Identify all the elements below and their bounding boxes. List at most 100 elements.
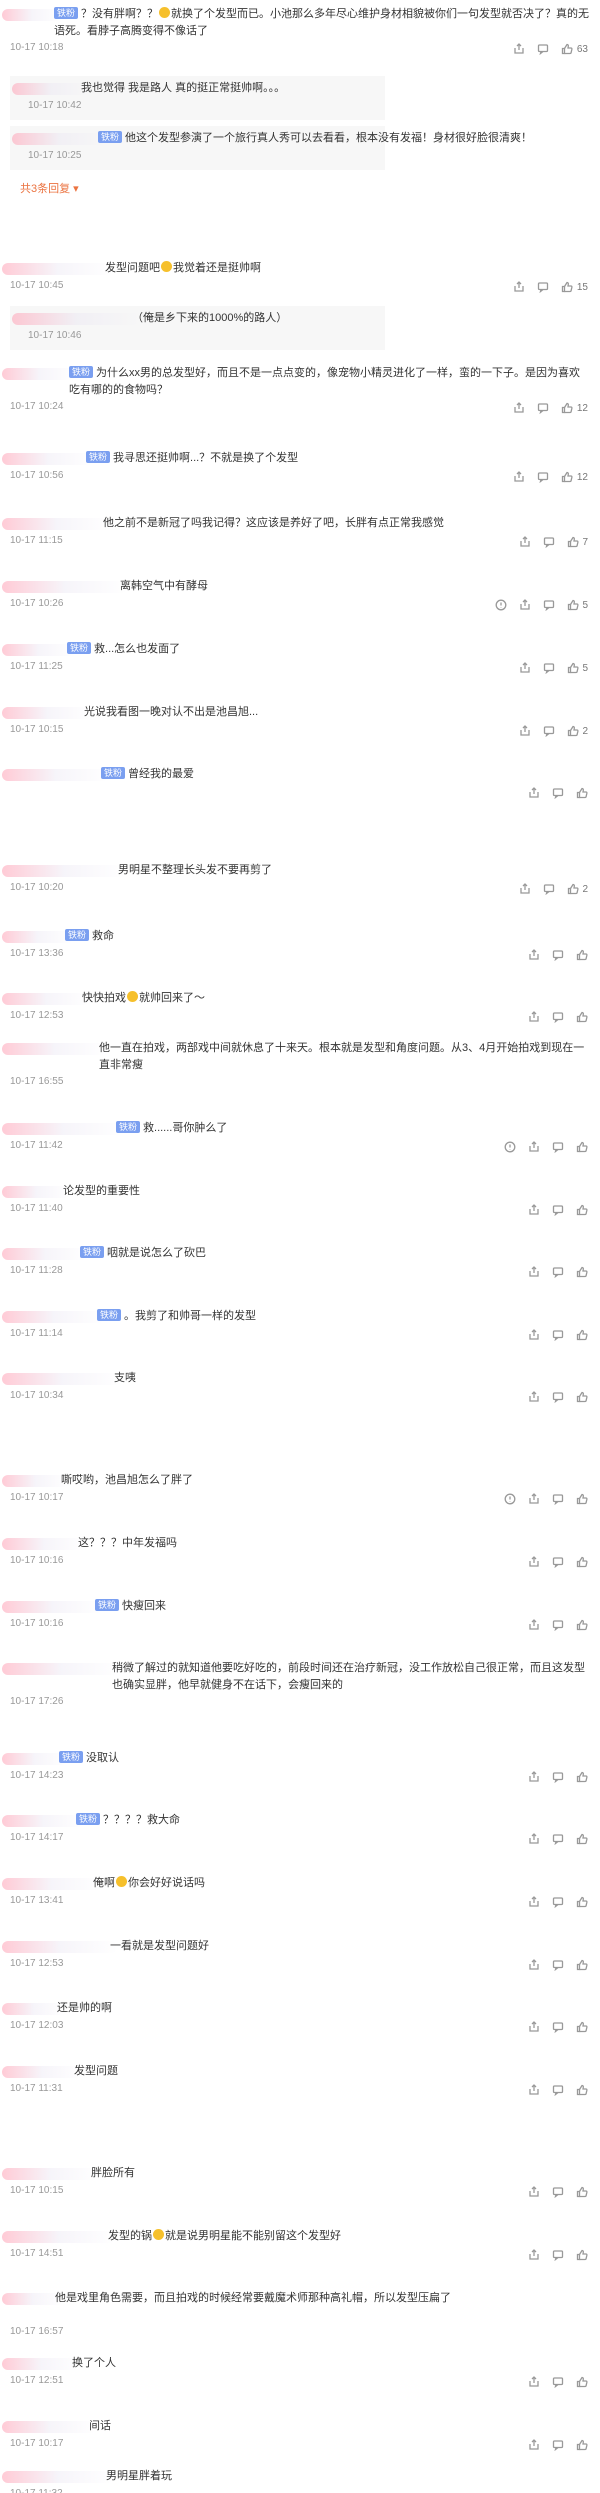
thumb-up-icon[interactable]	[575, 949, 588, 962]
comment-icon[interactable]	[551, 2084, 564, 2097]
comment-icon[interactable]	[551, 2186, 564, 2199]
share-icon[interactable]	[527, 1204, 540, 1217]
share-icon[interactable]	[513, 471, 526, 484]
share-icon[interactable]	[527, 2021, 540, 2034]
thumb-up-icon[interactable]	[575, 1329, 588, 1342]
comment-icon[interactable]	[537, 402, 550, 415]
username-blurred[interactable]	[2, 2066, 82, 2078]
share-icon[interactable]	[527, 1493, 540, 1506]
thumb-up-icon[interactable]	[566, 599, 579, 612]
thumb-up-icon[interactable]	[575, 1833, 588, 1846]
thumb-up-icon[interactable]	[575, 2376, 588, 2389]
comment-icon[interactable]	[551, 787, 564, 800]
share-icon[interactable]	[518, 536, 531, 549]
username-blurred[interactable]	[2, 993, 90, 1005]
share-icon[interactable]	[513, 43, 526, 56]
comment-icon[interactable]	[551, 1493, 564, 1506]
username-blurred[interactable]	[2, 1475, 69, 1487]
comment-icon[interactable]	[551, 1959, 564, 1972]
like-button[interactable]	[575, 1391, 588, 1404]
username-blurred[interactable]	[2, 1941, 118, 1953]
like-button[interactable]: 12	[561, 402, 588, 415]
comment-icon[interactable]	[542, 725, 555, 738]
thumb-up-icon[interactable]	[575, 2439, 588, 2452]
share-icon[interactable]	[518, 662, 531, 675]
thumb-up-icon[interactable]	[575, 2021, 588, 2034]
warning-icon[interactable]	[503, 1493, 516, 1506]
share-icon[interactable]	[527, 1896, 540, 1909]
username-blurred[interactable]	[2, 1663, 120, 1675]
thumb-up-icon[interactable]	[575, 1204, 588, 1217]
thumb-up-icon[interactable]	[575, 2249, 588, 2262]
comment-icon[interactable]	[551, 1011, 564, 1024]
comment-icon[interactable]	[551, 1266, 564, 1279]
like-button[interactable]	[575, 1204, 588, 1217]
username-blurred[interactable]	[12, 83, 89, 95]
comment-icon[interactable]	[551, 1141, 564, 1154]
thumb-up-icon[interactable]	[561, 402, 574, 415]
like-button[interactable]	[575, 2376, 588, 2389]
username-blurred[interactable]	[2, 2421, 97, 2433]
share-icon[interactable]	[527, 787, 540, 800]
comment-icon[interactable]	[551, 2439, 564, 2452]
share-icon[interactable]	[518, 883, 531, 896]
like-button[interactable]	[575, 2249, 588, 2262]
share-icon[interactable]	[527, 2249, 540, 2262]
username-blurred[interactable]	[2, 1878, 101, 1890]
share-icon[interactable]	[527, 949, 540, 962]
like-button[interactable]	[575, 1556, 588, 1569]
thumb-up-icon[interactable]	[561, 471, 574, 484]
username-blurred[interactable]	[2, 518, 111, 530]
comment-icon[interactable]	[551, 949, 564, 962]
thumb-up-icon[interactable]	[575, 787, 588, 800]
username-blurred[interactable]	[2, 1538, 86, 1550]
username-blurred[interactable]	[2, 1601, 103, 1613]
thumb-up-icon[interactable]	[575, 1266, 588, 1279]
share-icon[interactable]	[527, 2376, 540, 2389]
share-icon[interactable]	[527, 1959, 540, 1972]
username-blurred[interactable]	[2, 581, 128, 593]
like-button[interactable]	[575, 1329, 588, 1342]
share-icon[interactable]	[513, 402, 526, 415]
like-button[interactable]: 5	[566, 662, 588, 675]
comment-icon[interactable]	[537, 43, 550, 56]
like-button[interactable]	[575, 2084, 588, 2097]
like-button[interactable]: 12	[561, 471, 588, 484]
comment-icon[interactable]	[542, 883, 555, 896]
like-button[interactable]	[575, 2186, 588, 2199]
comment-icon[interactable]	[551, 1204, 564, 1217]
comment-icon[interactable]	[542, 662, 555, 675]
like-button[interactable]	[575, 1493, 588, 1506]
username-blurred[interactable]	[2, 931, 73, 943]
like-button[interactable]: 15	[561, 281, 588, 294]
like-button[interactable]	[575, 1141, 588, 1154]
thumb-up-icon[interactable]	[566, 883, 579, 896]
like-button[interactable]	[575, 949, 588, 962]
share-icon[interactable]	[527, 1391, 540, 1404]
comment-icon[interactable]	[551, 1329, 564, 1342]
like-button[interactable]	[575, 1266, 588, 1279]
like-button[interactable]: 2	[566, 883, 588, 896]
share-icon[interactable]	[527, 2084, 540, 2097]
like-button[interactable]	[575, 1771, 588, 1784]
thumb-up-icon[interactable]	[575, 2186, 588, 2199]
comment-icon[interactable]	[551, 1391, 564, 1404]
like-button[interactable]	[575, 2021, 588, 2034]
username-blurred[interactable]	[2, 368, 77, 380]
share-icon[interactable]	[518, 725, 531, 738]
thumb-up-icon[interactable]	[561, 43, 574, 56]
username-blurred[interactable]	[2, 2168, 99, 2180]
username-blurred[interactable]	[2, 1373, 122, 1385]
comment-icon[interactable]	[551, 1896, 564, 1909]
thumb-up-icon[interactable]	[575, 1959, 588, 1972]
like-button[interactable]	[575, 1619, 588, 1632]
thumb-up-icon[interactable]	[566, 725, 579, 738]
username-blurred[interactable]	[2, 707, 92, 719]
like-button[interactable]	[575, 1896, 588, 1909]
share-icon[interactable]	[527, 1771, 540, 1784]
username-blurred[interactable]	[2, 9, 62, 21]
username-blurred[interactable]	[2, 2358, 80, 2370]
like-button[interactable]: 2	[566, 725, 588, 738]
comment-icon[interactable]	[537, 471, 550, 484]
thumb-up-icon[interactable]	[575, 1556, 588, 1569]
